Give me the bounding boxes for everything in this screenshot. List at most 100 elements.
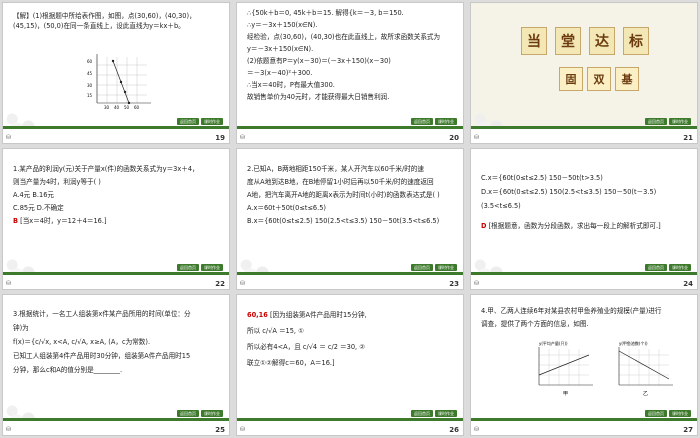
prev-button[interactable]: 返回首页 bbox=[645, 264, 667, 271]
slide-grid: 【解】(1)根据题中所给表作图，如图，点(30,60)，(40,30)， (45… bbox=[0, 0, 700, 438]
next-button[interactable]: 课时作业 bbox=[201, 264, 223, 271]
slide-text-line: A.4元 B.16元 bbox=[13, 191, 54, 199]
next-button[interactable]: 课时作业 bbox=[435, 264, 457, 271]
slide-text-line: 1.某产品的利润y(元)关于产量x(件)的函数关系式为y＝3x＋4， bbox=[13, 165, 199, 173]
slide-thumbnail-26[interactable]: 60,16 [因为组装第A件产品用时15分钟, 所以 c/√A ＝15, ① 所… bbox=[236, 294, 464, 436]
chart-xlabel: 乙 bbox=[643, 390, 648, 397]
chart-ylabel: y(甲鱼池数(个)) bbox=[619, 340, 648, 346]
mini-chart-1: y(平均产量(只)) 甲 bbox=[538, 340, 593, 397]
subtitle-char: 固 bbox=[559, 67, 583, 91]
slide-text-line: [因为组装第A件产品用时15分钟, bbox=[269, 311, 367, 319]
title-char: 标 bbox=[623, 27, 649, 55]
section-subtitle: 固 双 基 bbox=[559, 67, 639, 91]
prev-button[interactable]: 返回首页 bbox=[177, 410, 199, 417]
next-button[interactable]: 课时作业 bbox=[201, 410, 223, 417]
tick-label: 60 bbox=[134, 105, 140, 110]
next-button[interactable]: 课时作业 bbox=[669, 118, 691, 125]
next-button[interactable]: 课时作业 bbox=[669, 264, 691, 271]
answer-explanation: [当x＝4时，y＝12＋4＝16.] bbox=[20, 217, 107, 225]
subtitle-char: 基 bbox=[615, 67, 639, 91]
section-title: 当 堂 达 标 bbox=[495, 27, 675, 59]
answer-letter: D bbox=[481, 222, 487, 230]
slide-text-line: (2)依题意有P＝y(x－30)＝(－3x＋150)(x－30) bbox=[247, 57, 391, 65]
slide-thumbnail-20[interactable]: ∴{50k＋b＝0, 45k＋b＝15. 解得{k＝－3, b＝150. ∴y＝… bbox=[236, 2, 464, 144]
chart-xlabel: 甲 bbox=[563, 391, 568, 397]
chart-ylabel: y(平均产量(只)) bbox=[539, 340, 568, 346]
slide-text-line: 经检验，点(30,60)，(40,30)也在此直线上，故所求函数关系式为 bbox=[247, 33, 441, 41]
slide-text-line: A.x＝60t＋50t(0≤t≤6.5) bbox=[247, 204, 326, 212]
slide-text-line: 4.甲、乙两人连续6年对某县农村甲鱼养殖业的规模(产量)进行 bbox=[481, 307, 662, 315]
slide-icon: ⛁ bbox=[474, 426, 480, 433]
slide-thumbnail-22[interactable]: 1.某产品的利润y(元)关于产量x(件)的函数关系式为y＝3x＋4， 则当产量为… bbox=[2, 148, 230, 290]
prev-button[interactable]: 返回首页 bbox=[411, 264, 433, 271]
slide-icon: ⛁ bbox=[6, 134, 12, 141]
slide-text-line: 度从A地到达B地，在B地停留1小时后再以50千米/时的速度返回 bbox=[247, 178, 434, 186]
slide-text-line: 分钟，那么c和A的值分别是________. bbox=[13, 366, 123, 374]
slide-text-line: f(x)＝{c/√x, x<A, c/√A, x≥A, (A，c为常数). bbox=[13, 338, 151, 346]
next-button[interactable]: 课时作业 bbox=[435, 118, 457, 125]
slide-text-line: 2.已知A，B两地相距150千米，某人开汽车以60千米/时的速 bbox=[247, 165, 424, 173]
slide-thumbnail-23[interactable]: 2.已知A，B两地相距150千米，某人开汽车以60千米/时的速 度从A地到达B地… bbox=[236, 148, 464, 290]
slide-thumbnail-21[interactable]: 当 堂 达 标 固 双 基 返回首页 课时作业 ⛁ 21 bbox=[470, 2, 698, 144]
slide-text-line: 故销售单价为40元时，才能获得最大日销售利润. bbox=[247, 93, 390, 101]
slide-text-line: 调查，提供了两个方面的信息，如图. bbox=[481, 320, 589, 328]
slide-icon: ⛁ bbox=[474, 134, 480, 141]
slide-number: 24 bbox=[683, 280, 693, 288]
slide-icon: ⛁ bbox=[240, 280, 246, 287]
slide-icon: ⛁ bbox=[474, 280, 480, 287]
slide-text-line: C.x＝{60t(0≤t≤2.5) 150－50t(t>3.5) bbox=[481, 174, 603, 182]
tick-label: 60 bbox=[87, 59, 93, 64]
slide-text-line: 则当产量为4时，利润y等于( ) bbox=[13, 178, 101, 186]
title-char: 当 bbox=[521, 27, 547, 55]
answer-letter: B bbox=[13, 217, 19, 225]
answer-explanation: [根据题意，函数为分段函数，求出每一段上的解析式即可.] bbox=[488, 222, 661, 230]
slide-thumbnail-19[interactable]: 【解】(1)根据题中所给表作图，如图，点(30,60)，(40,30)， (45… bbox=[2, 2, 230, 144]
slide-text-line: y＝－3x＋150(x∈N). bbox=[247, 45, 314, 53]
slide-text-line: 钟)为 bbox=[13, 324, 29, 332]
slide-number: 23 bbox=[449, 280, 459, 288]
slide-text-line: C.85元 D.不确定 bbox=[13, 204, 64, 212]
prev-button[interactable]: 返回首页 bbox=[645, 410, 667, 417]
slide-number: 26 bbox=[449, 426, 459, 434]
slide-text-line: 联立①②解得c＝60，A＝16.] bbox=[247, 359, 335, 367]
title-char: 达 bbox=[589, 27, 615, 55]
next-button[interactable]: 课时作业 bbox=[669, 410, 691, 417]
tick-label: 50 bbox=[124, 105, 130, 110]
prev-button[interactable]: 返回首页 bbox=[411, 410, 433, 417]
slide-text-line: 3.根据统计，一名工人组装第x件某产品所用的时间(单位：分 bbox=[13, 310, 191, 318]
slide-number: 22 bbox=[215, 280, 225, 288]
next-button[interactable]: 课时作业 bbox=[201, 118, 223, 125]
slide-thumbnail-27[interactable]: 4.甲、乙两人连续6年对某县农村甲鱼养殖业的规模(产量)进行 调查，提供了两个方… bbox=[470, 294, 698, 436]
tick-label: 40 bbox=[114, 105, 120, 110]
slide-number: 19 bbox=[215, 134, 225, 142]
slide-thumbnail-24[interactable]: C.x＝{60t(0≤t≤2.5) 150－50t(t>3.5) D.x＝{60… bbox=[470, 148, 698, 290]
slide-text-line: ∴当x＝40时，P有最大值300. bbox=[247, 81, 335, 89]
slide-number: 20 bbox=[449, 134, 459, 142]
mini-chart-2: y(甲鱼池数(个)) 乙 bbox=[618, 340, 673, 397]
prev-button[interactable]: 返回首页 bbox=[177, 264, 199, 271]
slide-text-line: 已知工人组装第4件产品用时30分钟，组装第A件产品用时15 bbox=[13, 352, 191, 360]
tick-label: 45 bbox=[87, 71, 93, 76]
slide-number: 25 bbox=[215, 426, 225, 434]
slide-text-line: 所以必有4<A，且 c/√4 ＝ c/2 ＝30, ② bbox=[247, 343, 366, 351]
scatter-graph: 60 45 30 15 30 40 50 60 bbox=[87, 54, 151, 110]
prev-button[interactable]: 返回首页 bbox=[177, 118, 199, 125]
slide-icon: ⛁ bbox=[6, 426, 12, 433]
slide-text-line: ∴y＝－3x＋150(x∈N). bbox=[247, 21, 318, 29]
subtitle-char: 双 bbox=[587, 67, 611, 91]
slide-number: 21 bbox=[683, 134, 693, 142]
answer-value: 60,16 bbox=[247, 311, 268, 319]
tick-label: 30 bbox=[87, 83, 93, 88]
tick-label: 30 bbox=[104, 105, 110, 110]
next-button[interactable]: 课时作业 bbox=[435, 410, 457, 417]
slide-text-line: D.x＝{60t(0≤t≤2.5) 150(2.5<t≤3.5) 150－50(… bbox=[481, 188, 657, 210]
title-char: 堂 bbox=[555, 27, 581, 55]
slide-thumbnail-25[interactable]: 3.根据统计，一名工人组装第x件某产品所用的时间(单位：分 钟)为 f(x)＝{… bbox=[2, 294, 230, 436]
slide-icon: ⛁ bbox=[6, 280, 12, 287]
prev-button[interactable]: 返回首页 bbox=[645, 118, 667, 125]
slide-text-line: B.x＝{60t(0≤t≤2.5) 150(2.5<t≤3.5) 150－50t… bbox=[247, 217, 440, 225]
slide-text-line: A地，把汽车离开A地的距离x表示为时间t(小时)的函数表达式是( ) bbox=[247, 191, 440, 199]
prev-button[interactable]: 返回首页 bbox=[411, 118, 433, 125]
slide-text-line: 【解】(1)根据题中所给表作图，如图，点(30,60)，(40,30)， bbox=[13, 12, 196, 20]
slide-icon: ⛁ bbox=[240, 426, 246, 433]
